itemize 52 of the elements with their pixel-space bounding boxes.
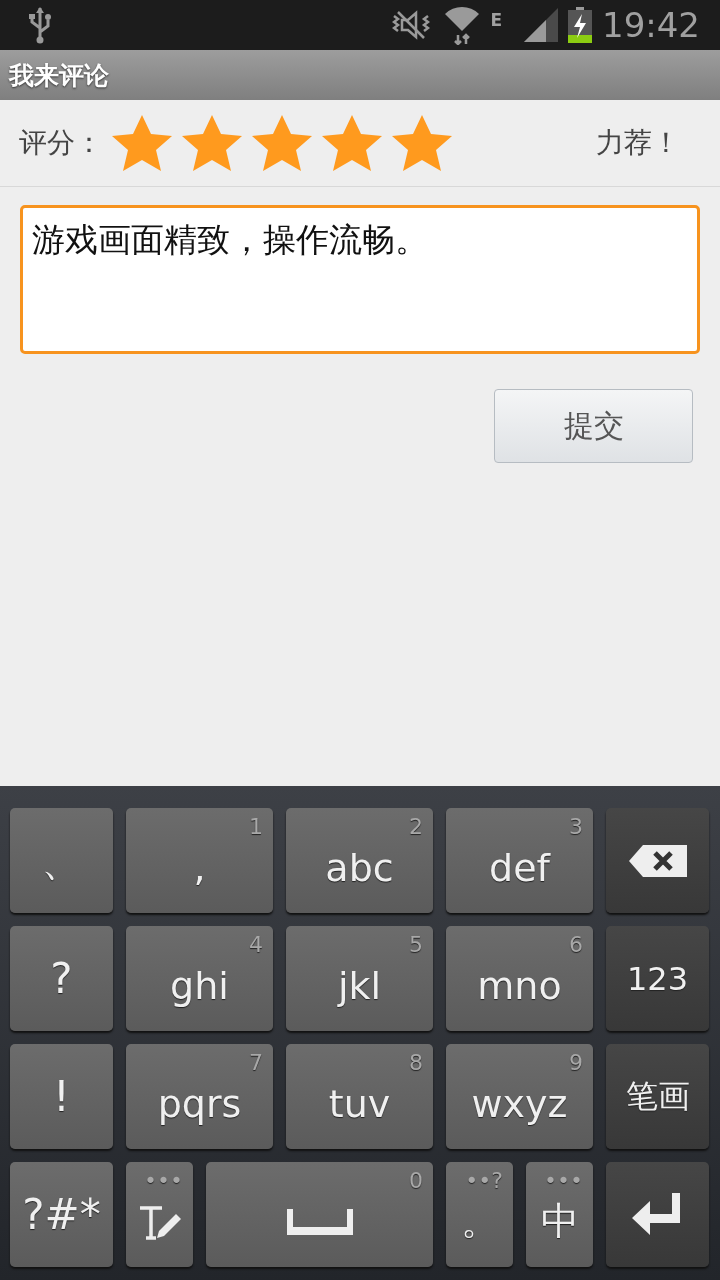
key[interactable]: 8 tuv	[286, 1044, 433, 1149]
usb-icon	[28, 6, 52, 44]
key-hint: •••	[144, 1170, 183, 1192]
rating-verdict: 力荐！	[596, 125, 680, 161]
star-icon[interactable]	[251, 114, 313, 172]
key-hint: 9	[569, 1052, 583, 1074]
key[interactable]: ••• 中	[526, 1162, 593, 1267]
wifi-icon	[444, 5, 481, 45]
key[interactable]: 123	[606, 926, 709, 1031]
key-hint: 6	[569, 934, 583, 956]
key-hint: ••?	[465, 1170, 503, 1192]
key-hint: 7	[249, 1052, 263, 1074]
key[interactable]: ?	[10, 926, 113, 1031]
key[interactable]: !	[10, 1044, 113, 1149]
star-icon[interactable]	[181, 114, 243, 172]
key-hint: •••	[544, 1170, 583, 1192]
star-icon[interactable]	[111, 114, 173, 172]
backspace-icon	[628, 844, 687, 877]
screen-title: 我来评论	[9, 59, 109, 92]
key[interactable]: 3 def	[446, 808, 593, 913]
star-icon[interactable]	[321, 114, 383, 172]
signal-icon	[524, 8, 558, 42]
key[interactable]: 2 abc	[286, 808, 433, 913]
key-hint: 5	[409, 934, 423, 956]
key[interactable]: 1 ,	[126, 808, 273, 913]
mute-vibrate-icon	[392, 10, 431, 40]
key[interactable]: 、	[10, 808, 113, 913]
clock: 19:42	[602, 5, 700, 45]
key-hint: 1	[249, 816, 263, 838]
key[interactable]: 9 wxyz	[446, 1044, 593, 1149]
key-hint: 8	[409, 1052, 423, 1074]
comment-field[interactable]: 游戏画面精致，操作流畅。	[20, 205, 700, 354]
battery-charging-icon	[568, 7, 592, 43]
star-icon[interactable]	[391, 114, 453, 172]
backspace-key[interactable]	[606, 808, 709, 913]
key-hint: 0	[409, 1170, 423, 1192]
space-bar-icon	[286, 1208, 353, 1235]
key-hint: 4	[249, 934, 263, 956]
network-type: E	[490, 10, 502, 30]
enter-key[interactable]	[606, 1162, 709, 1267]
rating-label: 评分：	[19, 125, 103, 161]
key-hint: 3	[569, 816, 583, 838]
key[interactable]: 笔画	[606, 1044, 709, 1149]
key-hint: 2	[409, 816, 423, 838]
key[interactable]: ••? 。	[446, 1162, 513, 1267]
text-pen-icon	[137, 1203, 182, 1240]
key[interactable]: ?#*	[10, 1162, 113, 1267]
submit-button[interactable]: 提交	[494, 389, 693, 463]
key[interactable]: 5 jkl	[286, 926, 433, 1031]
key[interactable]: 6 mno	[446, 926, 593, 1031]
key[interactable]: 7 pqrs	[126, 1044, 273, 1149]
key[interactable]: 4 ghi	[126, 926, 273, 1031]
